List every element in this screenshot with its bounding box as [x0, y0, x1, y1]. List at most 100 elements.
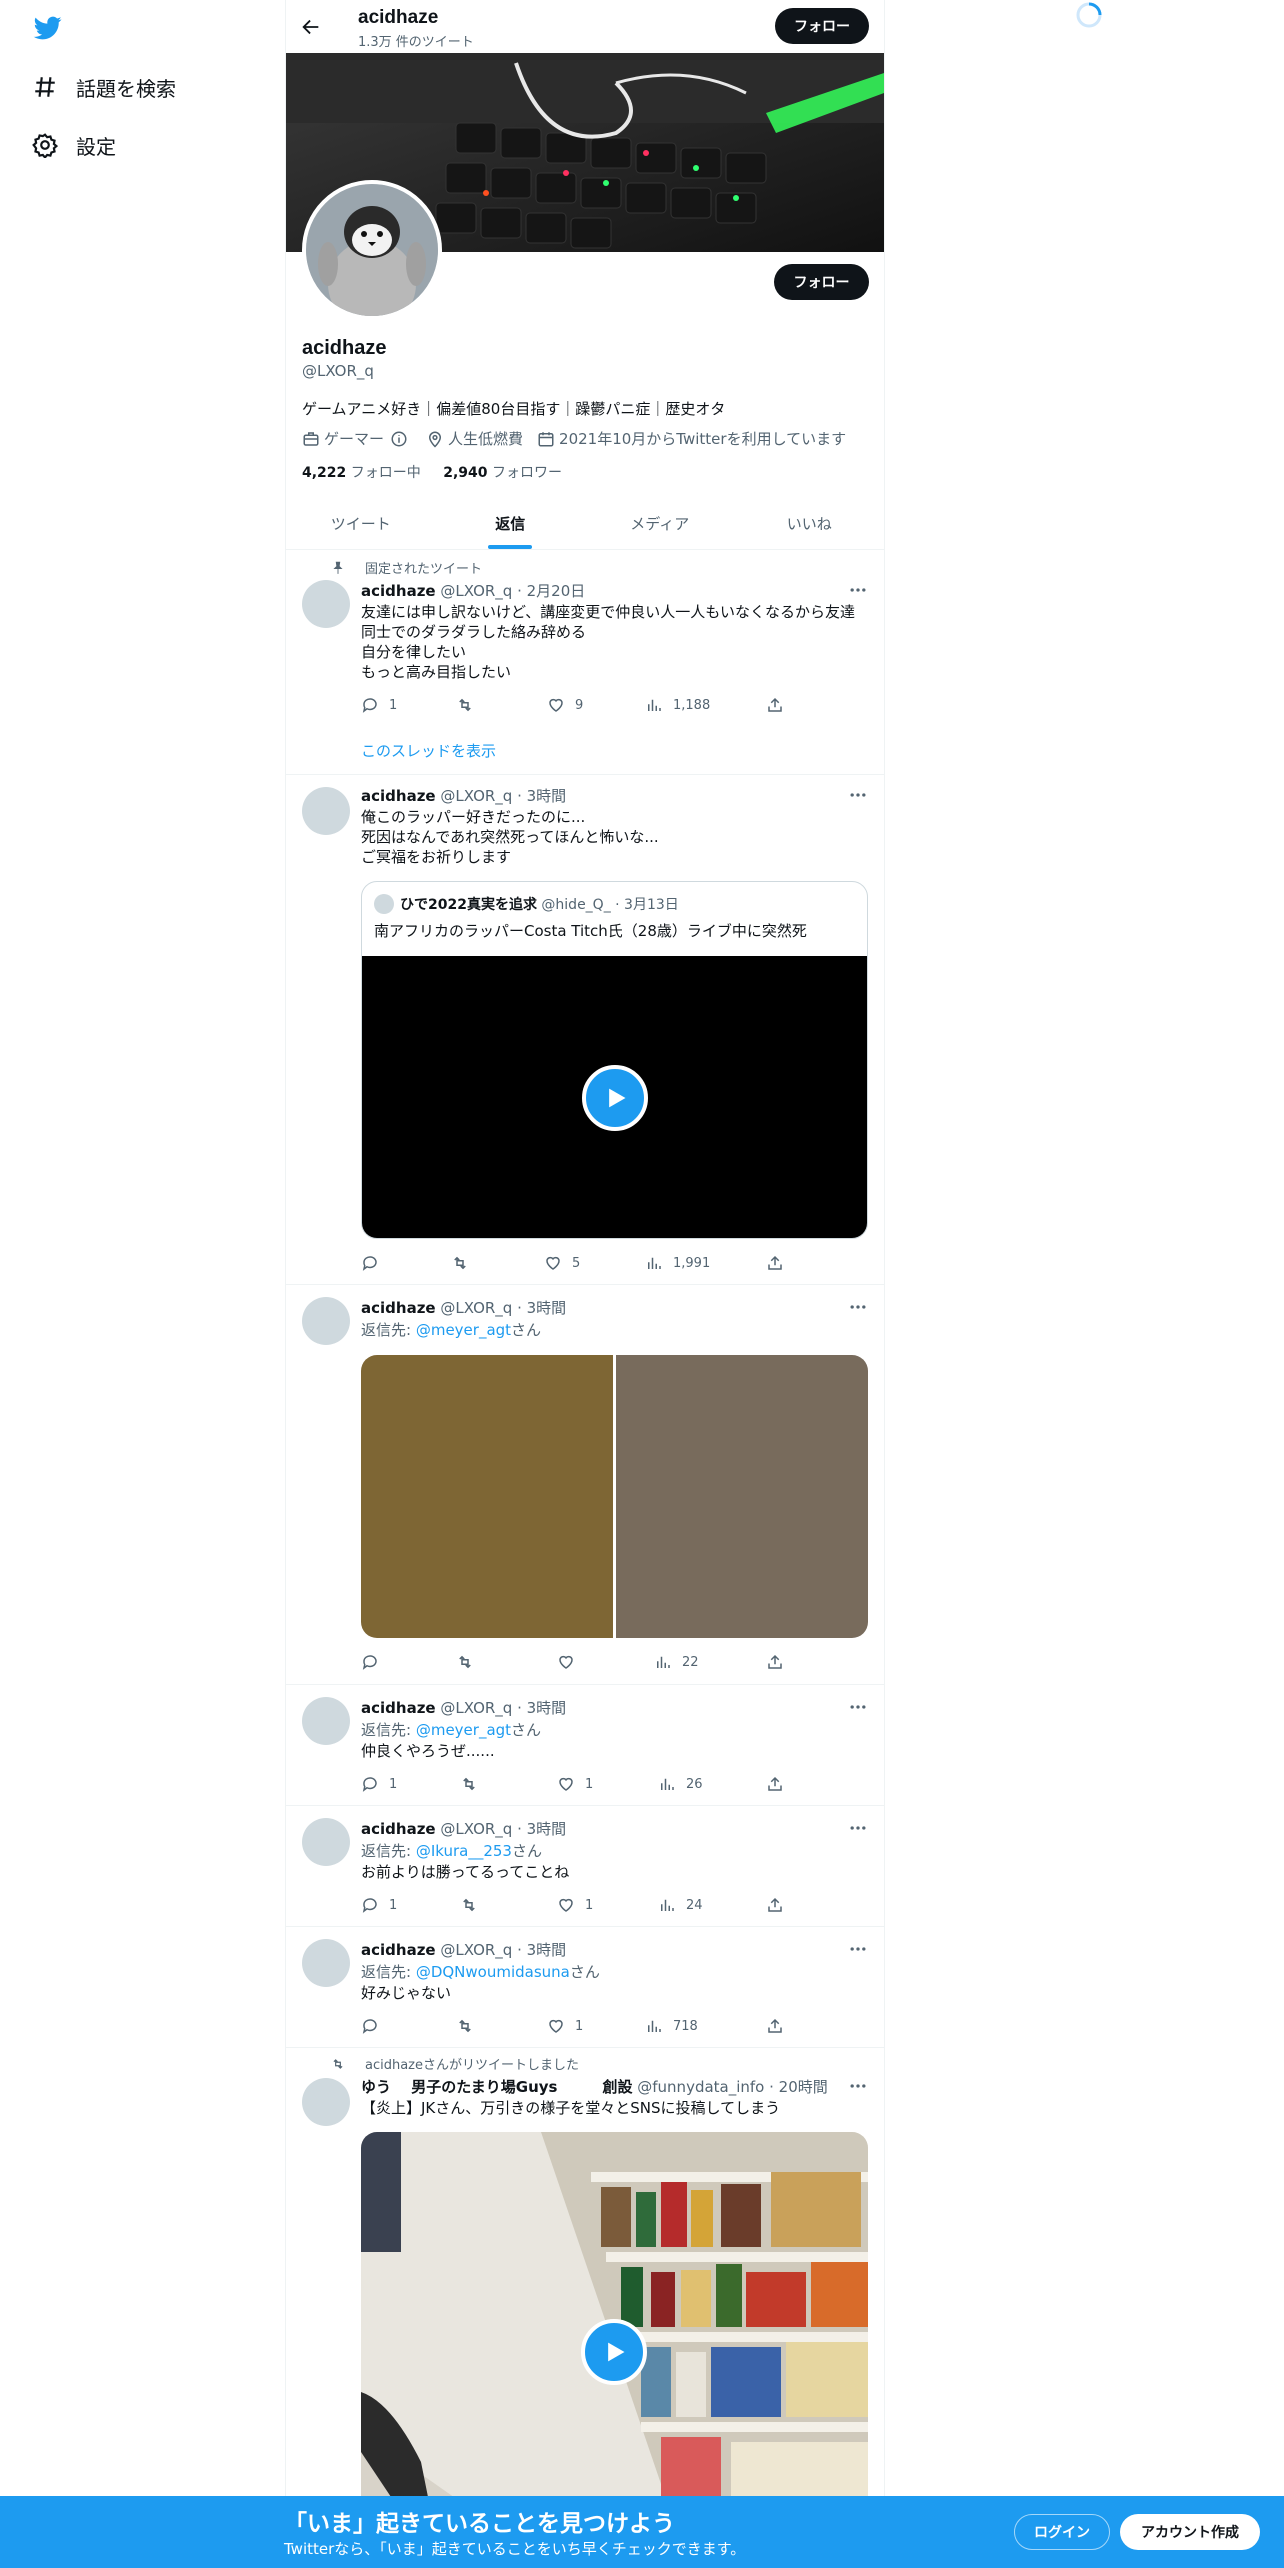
- author-name[interactable]: acidhaze: [361, 1941, 436, 1959]
- avatar[interactable]: [302, 787, 350, 835]
- share-button[interactable]: [766, 1895, 794, 1915]
- views-button[interactable]: 26: [658, 1774, 703, 1794]
- tweet-line: 自分を律したい: [361, 643, 467, 661]
- reply-button[interactable]: [361, 1652, 389, 1672]
- author-name[interactable]: acidhaze: [361, 1820, 436, 1838]
- share-button[interactable]: [766, 1774, 794, 1794]
- retweet-icon: [459, 1655, 471, 1669]
- following-link[interactable]: 4,222 フォロー中: [302, 465, 421, 481]
- author-meta[interactable]: @LXOR_q · 3時間: [440, 1699, 566, 1717]
- retweet-button[interactable]: [456, 1652, 484, 1672]
- like-button[interactable]: 5: [544, 1253, 580, 1273]
- tab-tweets[interactable]: ツイート: [286, 497, 436, 549]
- play-button[interactable]: [581, 2319, 647, 2385]
- reply-button[interactable]: 1: [361, 1895, 397, 1915]
- author-meta[interactable]: @LXOR_q · 3時間: [440, 787, 566, 805]
- reply-to-handle[interactable]: @DQNwoumidasuna: [416, 1963, 570, 1981]
- reply-suffix: さん: [511, 1321, 542, 1339]
- followers-link[interactable]: 2,940 フォロワー: [443, 465, 562, 481]
- author-meta[interactable]: @LXOR_q · 3時間: [440, 1299, 566, 1317]
- twitter-logo-icon[interactable]: [32, 14, 64, 42]
- tweet-reply-images[interactable]: acidhaze @LXOR_q · 3時間 返信先: @meyer_agtさん…: [286, 1285, 884, 1685]
- share-button[interactable]: [766, 1652, 794, 1672]
- share-button[interactable]: [766, 2016, 794, 2036]
- tab-replies[interactable]: 返信: [436, 497, 586, 549]
- reply-button[interactable]: 1: [361, 695, 397, 715]
- author-name[interactable]: acidhaze: [361, 787, 436, 805]
- avatar[interactable]: [302, 1818, 350, 1866]
- author-name[interactable]: ゆう 男子のたまり場Guys 創設: [361, 2078, 632, 2096]
- tweet-reply[interactable]: acidhaze @LXOR_q · 3時間 返信先: @meyer_agtさん…: [286, 1685, 884, 1806]
- reply-button[interactable]: [361, 1253, 389, 1273]
- reply-button[interactable]: [361, 2016, 389, 2036]
- tweet-text: 友達には申し訳ないけど、講座変更で仲良い人一人もいなくなるから友達 同士でのダラ…: [361, 602, 855, 682]
- author-meta[interactable]: @LXOR_q · 3時間: [440, 1820, 566, 1838]
- views-button[interactable]: 1,188: [645, 695, 710, 715]
- more-icon[interactable]: [848, 785, 868, 805]
- sidebar-item-explore[interactable]: 話題を検索: [32, 65, 176, 109]
- author-name[interactable]: acidhaze: [361, 1699, 436, 1717]
- author-name[interactable]: acidhaze: [361, 1299, 436, 1317]
- retweet-button[interactable]: [451, 1253, 479, 1273]
- more-icon[interactable]: [848, 580, 868, 600]
- tweet-pinned[interactable]: 固定されたツイート acidhaze @LXOR_q · 2月20日 友達には申…: [286, 550, 884, 775]
- avatar[interactable]: [302, 2078, 350, 2126]
- author-name[interactable]: acidhaze: [361, 582, 436, 600]
- like-count: 5: [572, 1255, 581, 1271]
- views-button[interactable]: 22: [654, 1652, 699, 1672]
- avatar[interactable]: [302, 580, 350, 628]
- tweet-reply[interactable]: acidhaze @LXOR_q · 3時間 返信先: @Ikura__253さ…: [286, 1806, 884, 1927]
- signup-button[interactable]: アカウント作成: [1120, 2514, 1260, 2550]
- more-icon[interactable]: [848, 2076, 868, 2096]
- sidebar-item-settings[interactable]: 設定: [32, 123, 116, 167]
- tweet-quote[interactable]: acidhaze @LXOR_q · 3時間 俺このラッパー好きだったのに...…: [286, 775, 884, 1285]
- avatar[interactable]: [302, 1297, 350, 1345]
- author-meta[interactable]: @LXOR_q · 2月20日: [440, 582, 585, 600]
- avatar[interactable]: [302, 1939, 350, 1987]
- like-button[interactable]: [557, 1652, 585, 1672]
- profile-avatar[interactable]: [302, 180, 442, 320]
- tab-media[interactable]: メディア: [585, 497, 735, 549]
- like-button[interactable]: 9: [547, 695, 583, 715]
- avatar[interactable]: [302, 1697, 350, 1745]
- media-image[interactable]: [361, 1355, 613, 1638]
- author-meta[interactable]: @funnydata_info · 20時間: [637, 2078, 828, 2096]
- retweet-button[interactable]: [460, 1895, 488, 1915]
- profile-follow-button[interactable]: フォロー: [774, 264, 869, 300]
- login-button[interactable]: ログイン: [1014, 2514, 1110, 2550]
- reply-to-handle[interactable]: @meyer_agt: [416, 1321, 511, 1339]
- back-arrow-icon[interactable]: [300, 16, 322, 38]
- heart-icon: [559, 1898, 573, 1912]
- tweet-retweeted[interactable]: acidhazeさんがリツイートしました ゆう 男子のたまり場Guys 創設 @…: [286, 2048, 884, 2568]
- views-button[interactable]: 1,991: [645, 1253, 710, 1273]
- reply-button[interactable]: 1: [361, 1774, 397, 1794]
- show-thread-link[interactable]: このスレッドを表示: [361, 740, 496, 761]
- retweet-button[interactable]: [456, 2016, 484, 2036]
- quoted-tweet[interactable]: ひで2022真実を追求 @hide_Q_ · 3月13日 南アフリカのラッパーC…: [361, 881, 868, 1239]
- share-button[interactable]: [766, 695, 794, 715]
- video-player[interactable]: [362, 956, 867, 1238]
- retweet-button[interactable]: [456, 695, 484, 715]
- share-button[interactable]: [766, 1253, 794, 1273]
- like-button[interactable]: 1: [557, 1895, 593, 1915]
- more-icon[interactable]: [848, 1297, 868, 1317]
- more-icon[interactable]: [848, 1818, 868, 1838]
- like-button[interactable]: 1: [557, 1774, 593, 1794]
- play-button[interactable]: [582, 1065, 648, 1131]
- reply-to-handle[interactable]: @Ikura__253: [416, 1842, 512, 1860]
- media-image[interactable]: [616, 1355, 868, 1638]
- reply-to-handle[interactable]: @meyer_agt: [416, 1721, 511, 1739]
- tab-likes[interactable]: いいね: [735, 497, 885, 549]
- views-button[interactable]: 24: [658, 1895, 703, 1915]
- tweet-reply[interactable]: acidhaze @LXOR_q · 3時間 返信先: @DQNwoumidas…: [286, 1927, 884, 2048]
- author-meta[interactable]: @LXOR_q · 3時間: [440, 1941, 566, 1959]
- like-button[interactable]: 1: [547, 2016, 583, 2036]
- info-icon[interactable]: [390, 430, 408, 448]
- header-follow-button[interactable]: フォロー: [775, 8, 869, 44]
- tweet-actions: 1 1 26: [361, 1774, 791, 1794]
- views-button[interactable]: 718: [645, 2016, 698, 2036]
- retweet-button[interactable]: [460, 1774, 488, 1794]
- more-icon[interactable]: [848, 1939, 868, 1959]
- signup-bottom-bar: 「いま」起きていることを見つけよう Twitterなら、「いま」起きていることを…: [0, 2496, 1284, 2568]
- more-icon[interactable]: [848, 1697, 868, 1717]
